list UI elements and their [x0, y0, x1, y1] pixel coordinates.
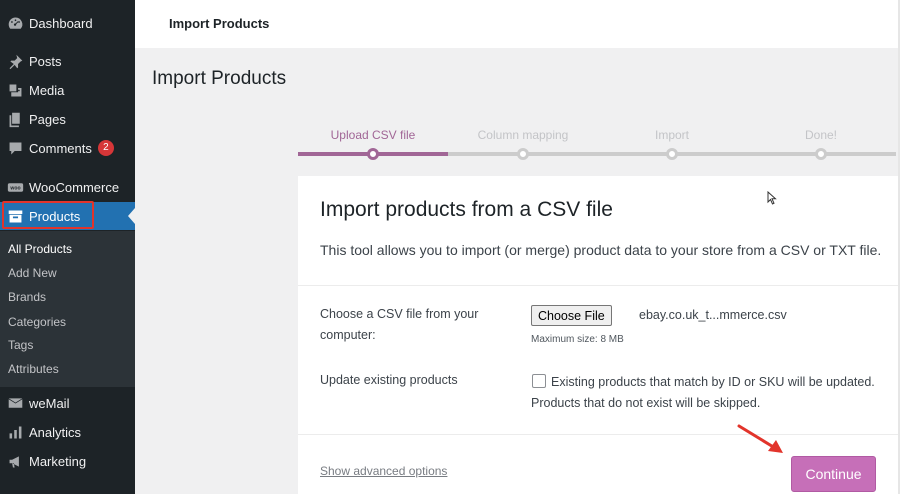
menu-item-media[interactable]: Media	[0, 76, 135, 104]
menu-label: Comments	[29, 140, 92, 156]
menu-label: Media	[29, 82, 65, 98]
submenu-attributes[interactable]: Attributes	[8, 362, 59, 376]
file-field-label: Choose a CSV file from your computer:	[320, 304, 478, 346]
max-size-hint: Maximum size: 8 MB	[531, 334, 624, 345]
menu-label: Marketing	[29, 453, 87, 469]
pin-icon	[6, 52, 24, 70]
mouse-cursor-icon	[767, 191, 777, 205]
update-text-line1: Existing products that match by ID or SK…	[551, 375, 875, 389]
submenu-categories[interactable]: Categories	[8, 315, 66, 329]
step-done-label: Done!	[804, 128, 838, 142]
menu-label: weMail	[29, 395, 70, 411]
step-mapping-label: Column mapping	[477, 128, 569, 142]
show-advanced-options-link[interactable]: Show advanced options	[320, 464, 447, 478]
import-card: Import products from a CSV file This too…	[298, 176, 898, 494]
menu-label: Pages	[29, 111, 66, 127]
megaphone-icon	[6, 452, 24, 470]
menu-item-dashboard[interactable]: Dashboard	[0, 9, 135, 37]
header-title: Import Products	[169, 16, 270, 31]
submenu-tags[interactable]: Tags	[8, 338, 33, 352]
menu-label: Dashboard	[29, 15, 93, 31]
divider	[298, 285, 898, 286]
menu-item-analytics[interactable]: Analytics	[0, 418, 135, 446]
top-header: Import Products	[135, 0, 900, 48]
step-done-dot	[815, 148, 827, 160]
menu-label: WooCommerce	[29, 179, 120, 195]
continue-button[interactable]: Continue	[791, 456, 876, 492]
step-upload-dot	[367, 148, 379, 160]
progress-steps: Upload CSV file Column mapping Import Do…	[298, 128, 896, 162]
file-label-line1: Choose a CSV file from your	[320, 307, 479, 321]
highlight-box	[2, 201, 94, 229]
card-heading: Import products from a CSV file	[320, 198, 613, 221]
update-text-line2: Products that do not exist will be skipp…	[531, 396, 761, 410]
menu-item-posts[interactable]: Posts	[0, 47, 135, 75]
pages-icon	[6, 110, 24, 128]
step-import-label: Import	[654, 128, 690, 142]
comment-icon	[6, 139, 24, 157]
admin-sidebar: Dashboard Posts Media Pages Comments 2 w…	[0, 0, 135, 494]
comment-count-badge: 2	[97, 140, 114, 156]
menu-item-woocommerce[interactable]: woo WooCommerce	[0, 173, 135, 201]
annotation-arrow-icon	[737, 424, 783, 453]
menu-item-wemail[interactable]: weMail	[0, 389, 135, 417]
svg-text:woo: woo	[9, 185, 20, 191]
update-field-label: Update existing products	[320, 373, 458, 387]
card-description: This tool allows you to import (or merge…	[320, 242, 882, 258]
step-upload-label: Upload CSV file	[330, 128, 416, 142]
page-title: Import Products	[152, 68, 287, 89]
update-existing-description: Existing products that match by ID or SK…	[531, 372, 875, 414]
bar-chart-icon	[6, 423, 24, 441]
menu-label: Posts	[29, 53, 62, 69]
media-icon	[6, 81, 24, 99]
file-label-line2: computer:	[320, 328, 376, 342]
submenu-all-products[interactable]: All Products	[8, 242, 72, 256]
submenu-brands[interactable]: Brands	[8, 290, 46, 304]
current-menu-indicator	[128, 208, 135, 224]
woo-icon: woo	[6, 178, 24, 196]
menu-label: Analytics	[29, 424, 82, 440]
products-submenu: All Products Add New Brands Categories T…	[0, 231, 135, 387]
step-mapping-dot	[517, 148, 529, 160]
choose-file-button[interactable]: Choose File	[531, 305, 612, 326]
dashboard-icon	[6, 14, 24, 32]
mail-icon	[6, 394, 24, 412]
divider	[298, 434, 898, 435]
selected-file-name: ebay.co.uk_t...mmerce.csv	[639, 308, 787, 322]
menu-item-comments[interactable]: Comments 2	[0, 134, 135, 162]
step-import-dot	[666, 148, 678, 160]
menu-item-pages[interactable]: Pages	[0, 105, 135, 133]
submenu-add-new[interactable]: Add New	[8, 266, 57, 280]
menu-item-marketing[interactable]: Marketing	[0, 447, 135, 475]
